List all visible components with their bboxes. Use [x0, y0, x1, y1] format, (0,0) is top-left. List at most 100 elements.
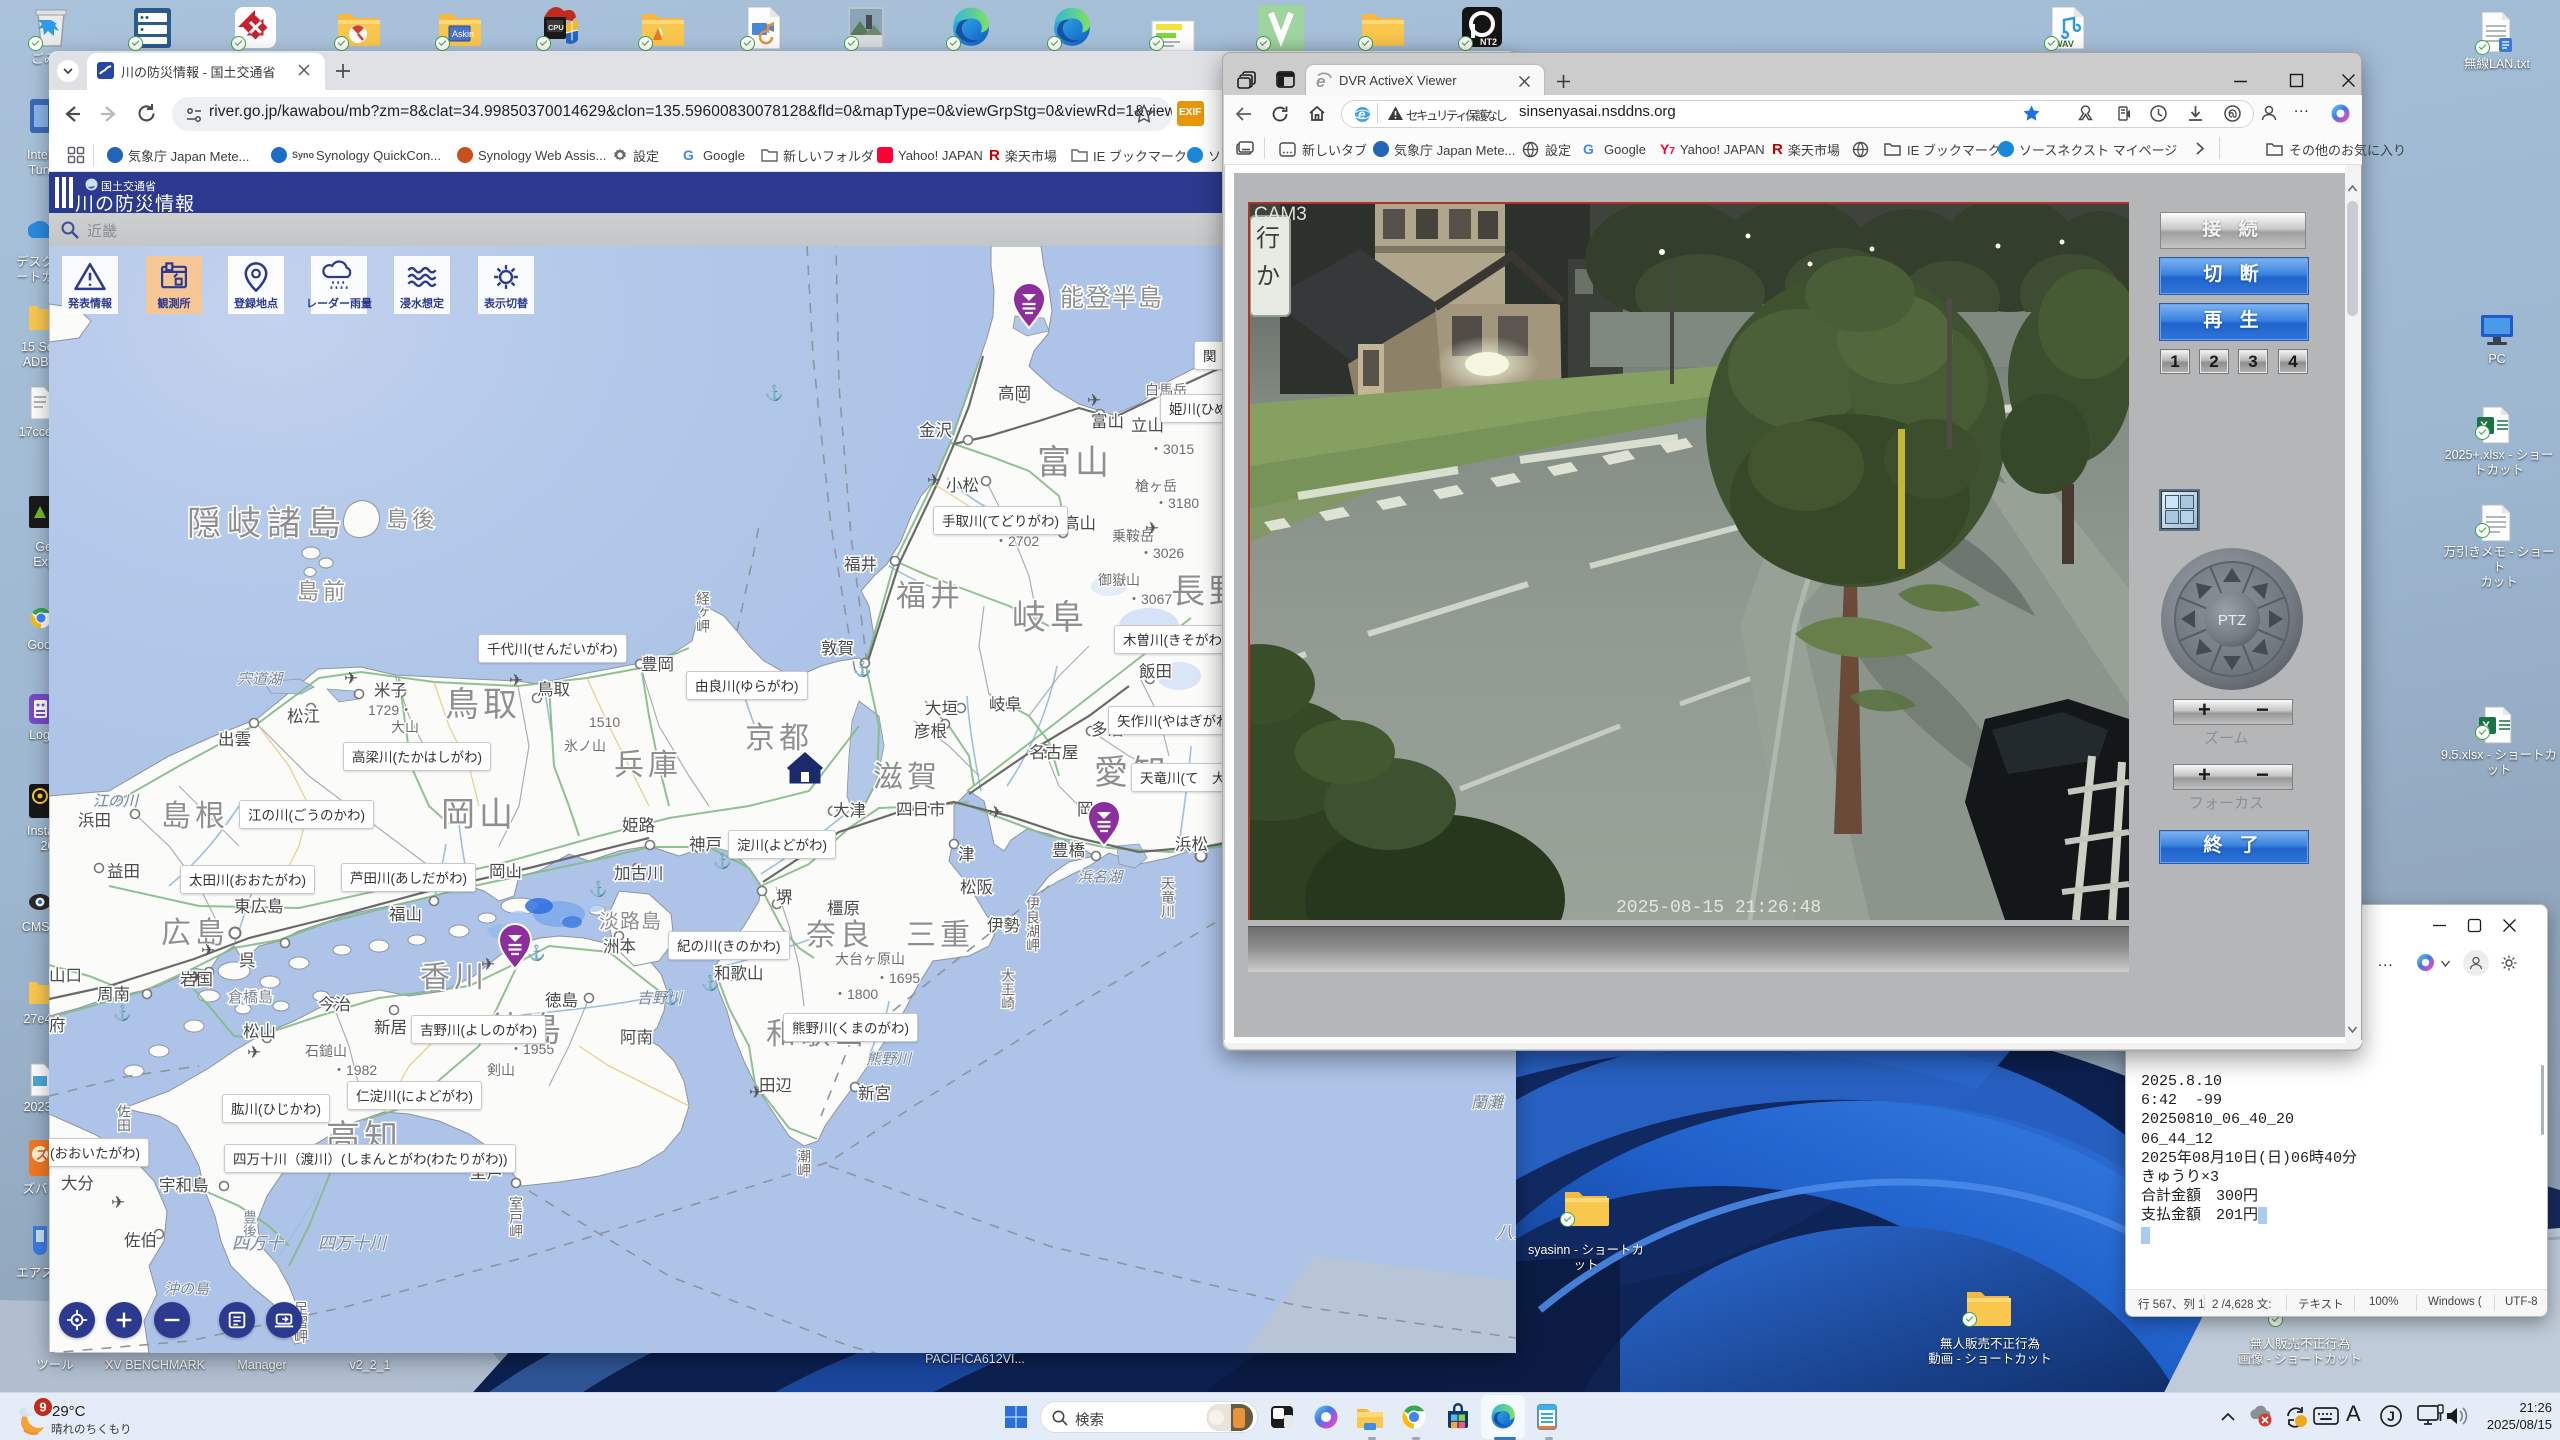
svg-text:Askin: Askin	[452, 29, 474, 39]
svg-text:2025-08-15 21:26:48: 2025-08-15 21:26:48	[1616, 898, 1821, 918]
svg-text:和歌山: 和歌山	[714, 964, 764, 983]
svg-text:福井: 福井	[844, 555, 877, 574]
svg-text:G: G	[683, 147, 694, 163]
svg-text:✈: ✈	[189, 968, 203, 987]
svg-text:✈: ✈	[111, 1193, 125, 1212]
svg-text:✈: ✈	[1087, 391, 1101, 410]
svg-text:・1982: ・1982	[332, 1062, 377, 1078]
svg-text:飯田: 飯田	[1139, 662, 1172, 681]
svg-text:槍ヶ岳: 槍ヶ岳	[1135, 478, 1177, 494]
svg-text:✈: ✈	[1145, 519, 1159, 538]
svg-text:潮岬: 潮岬	[796, 1149, 812, 1177]
svg-text:⚓: ⚓	[113, 1004, 132, 1022]
svg-text:加古川: 加古川	[614, 864, 664, 883]
svg-text:・3015: ・3015	[1149, 441, 1194, 457]
svg-text:新居: 新居	[374, 1018, 407, 1037]
svg-text:J: J	[2387, 1408, 2395, 1424]
svg-text:行: 行	[1256, 225, 1280, 252]
svg-text:京都: 京都	[745, 722, 813, 755]
svg-text:大王崎: 大王崎	[1000, 968, 1016, 1010]
svg-text:・3067: ・3067	[1127, 591, 1172, 607]
svg-text:四万十川: 四万十川	[318, 1234, 388, 1253]
svg-text:豊後: 豊後	[242, 1210, 258, 1238]
svg-text:新宮: 新宮	[858, 1084, 891, 1103]
svg-text:⚓: ⚓	[589, 880, 608, 898]
svg-text:彦根: 彦根	[914, 722, 947, 741]
svg-text:山口: 山口	[49, 966, 82, 985]
svg-text:・2702: ・2702	[994, 533, 1039, 549]
svg-text:島根: 島根	[161, 800, 229, 833]
svg-text:✈: ✈	[989, 803, 1003, 822]
svg-text:香川: 香川	[420, 961, 488, 994]
svg-text:鳥取: 鳥取	[445, 686, 521, 724]
svg-text:堺: 堺	[776, 888, 793, 907]
svg-text:松江: 松江	[287, 707, 320, 726]
svg-text:徳島: 徳島	[545, 991, 578, 1010]
svg-text:富山: 富山	[1091, 412, 1124, 431]
svg-text:敦賀: 敦賀	[821, 639, 854, 658]
svg-text:✈: ✈	[344, 669, 358, 688]
svg-text:⚓: ⚓	[661, 988, 680, 1006]
svg-text:ズ: ズ	[36, 1147, 48, 1162]
svg-text:周南: 周南	[97, 985, 130, 1004]
svg-text:✈: ✈	[927, 471, 941, 490]
svg-text:江の川: 江の川	[93, 793, 140, 810]
svg-text:岐阜: 岐阜	[989, 695, 1022, 714]
svg-text:呉: 呉	[239, 951, 256, 970]
svg-text:今治: 今治	[318, 995, 351, 1014]
svg-text:✈: ✈	[749, 1083, 763, 1102]
svg-text:・1800: ・1800	[833, 986, 878, 1002]
svg-text:金沢: 金沢	[919, 421, 953, 440]
svg-text:広島: 広島	[161, 917, 229, 950]
svg-text:か: か	[1256, 263, 1280, 290]
svg-text:天竜川: 天竜川	[1160, 876, 1176, 918]
svg-text:橿原: 橿原	[827, 899, 860, 918]
svg-text:大垣: 大垣	[925, 699, 958, 718]
svg-text:奈良: 奈良	[806, 919, 874, 952]
svg-text:豊橋: 豊橋	[1052, 841, 1086, 860]
svg-text:倉橋島: 倉橋島	[228, 989, 273, 1006]
svg-text:淡路島: 淡路島	[599, 910, 662, 933]
svg-text:熊野川: 熊野川	[866, 1051, 913, 1068]
svg-text:大山: 大山	[391, 719, 419, 735]
svg-text:府: 府	[49, 1016, 66, 1035]
svg-text:G: G	[1583, 141, 1594, 157]
svg-text:✈: ✈	[509, 671, 523, 690]
svg-text:高岡: 高岡	[998, 384, 1031, 403]
svg-text:・3026: ・3026	[1139, 545, 1184, 561]
svg-text:滋賀: 滋賀	[873, 761, 941, 794]
svg-text:豊岡: 豊岡	[641, 655, 674, 674]
svg-text:兵庫: 兵庫	[614, 749, 682, 782]
svg-text:能登半島: 能登半島	[1060, 285, 1164, 312]
svg-text:・1695: ・1695	[875, 970, 920, 986]
svg-text:佐田: 佐田	[116, 1104, 132, 1132]
svg-text:島前: 島前	[297, 579, 349, 604]
svg-text:9: 9	[39, 1400, 46, 1415]
svg-text:津: 津	[958, 845, 975, 864]
svg-text:松山: 松山	[243, 1022, 276, 1041]
svg-text:⚓: ⚓	[853, 660, 872, 678]
svg-text:1510: 1510	[589, 714, 620, 730]
svg-text:岡山: 岡山	[489, 862, 522, 881]
svg-text:室戸岬: 室戸岬	[508, 1195, 524, 1238]
svg-text:佐伯: 佐伯	[124, 1231, 157, 1250]
svg-text:大分: 大分	[61, 1174, 94, 1193]
svg-text:1729・: 1729・	[368, 702, 413, 718]
svg-text:三重: 三重	[906, 919, 974, 952]
svg-text:八丈: 八丈	[1496, 1223, 1516, 1242]
svg-text:益田: 益田	[107, 862, 140, 881]
svg-text:CPU: CPU	[548, 23, 564, 32]
svg-text:大台ヶ原山: 大台ヶ原山	[835, 951, 905, 967]
svg-text:米子: 米子	[374, 681, 407, 700]
svg-text:名古屋: 名古屋	[1029, 743, 1079, 762]
svg-text:富山: 富山	[1037, 444, 1113, 482]
svg-text:宍道湖: 宍道湖	[237, 671, 284, 688]
svg-text:福井: 福井	[896, 580, 964, 613]
svg-text:CAM3: CAM3	[1254, 204, 1307, 225]
svg-text:剣山: 剣山	[487, 1062, 515, 1078]
svg-text:⚓: ⚓	[701, 974, 720, 992]
svg-text:⚓: ⚓	[765, 384, 784, 402]
svg-text:阿南: 阿南	[620, 1028, 653, 1047]
svg-text:田辺: 田辺	[759, 1076, 792, 1095]
svg-text:四万十: 四万十	[232, 1234, 285, 1253]
